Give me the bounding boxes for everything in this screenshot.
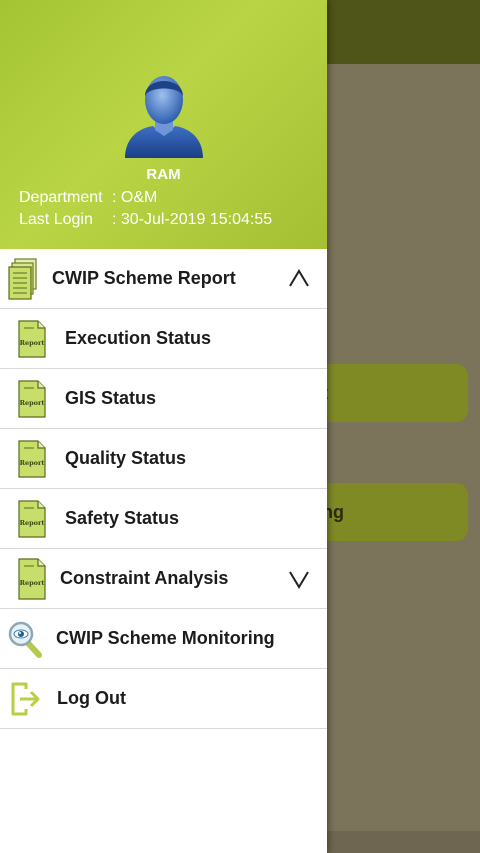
menu-item-constraint-analysis[interactable]: Report Constraint Analysis [0,549,327,609]
department-label: Department [19,189,103,206]
report-stack-icon [8,258,37,300]
report-icon: Report [18,500,46,538]
menu-item-execution-status[interactable]: Report Execution Status [0,309,327,369]
svg-text:Report: Report [20,579,45,587]
chevron-up-icon[interactable] [287,267,311,291]
menu-item-safety-status[interactable]: Report Safety Status [0,489,327,549]
department-value: : O&M [112,189,158,206]
last-login-label: Last Login [19,211,93,228]
svg-text:Report: Report [20,459,45,467]
magnifier-eye-icon [8,621,42,658]
svg-text:Report: Report [20,399,45,407]
logout-icon [11,682,40,716]
menu-item-gis-status[interactable]: Report GIS Status [0,369,327,429]
chevron-down-icon[interactable] [287,567,311,591]
menu-item-label: Execution Status [65,328,212,348]
user-avatar-icon [125,76,203,158]
menu-item-label: Quality Status [65,448,187,468]
svg-text:Report: Report [20,339,45,347]
menu-item-label: CWIP Scheme Monitoring [56,628,275,648]
menu-item-quality-status[interactable]: Report Quality Status [0,429,327,489]
menu-item-cwip-scheme-report[interactable]: CWIP Scheme Report [0,249,327,309]
report-icon: Report [18,440,46,478]
menu-item-label: Safety Status [65,508,180,528]
svg-text:Report: Report [20,519,45,527]
drawer-header: RAM Department : O&M Last Login : 30-Jul… [0,0,327,249]
menu-item-label: Log Out [57,688,126,708]
menu-item-cwip-scheme-monitoring[interactable]: CWIP Scheme Monitoring [0,609,327,669]
menu-item-label: Constraint Analysis [60,568,229,588]
report-icon: Report [18,558,46,600]
report-icon: Report [18,320,46,358]
department-row: Department : O&M [19,189,157,207]
report-icon: Report [18,380,46,418]
menu-item-label: CWIP Scheme Report [52,268,236,288]
menu-item-log-out[interactable]: Log Out [0,669,327,729]
user-name: RAM [146,166,181,183]
last-login-value: : 30-Jul-2019 15:04:55 [112,211,273,228]
last-login-row: Last Login : 30-Jul-2019 15:04:55 [19,211,272,229]
menu-item-label: GIS Status [65,388,157,408]
navigation-drawer: RAM Department : O&M Last Login : 30-Jul… [0,0,327,853]
